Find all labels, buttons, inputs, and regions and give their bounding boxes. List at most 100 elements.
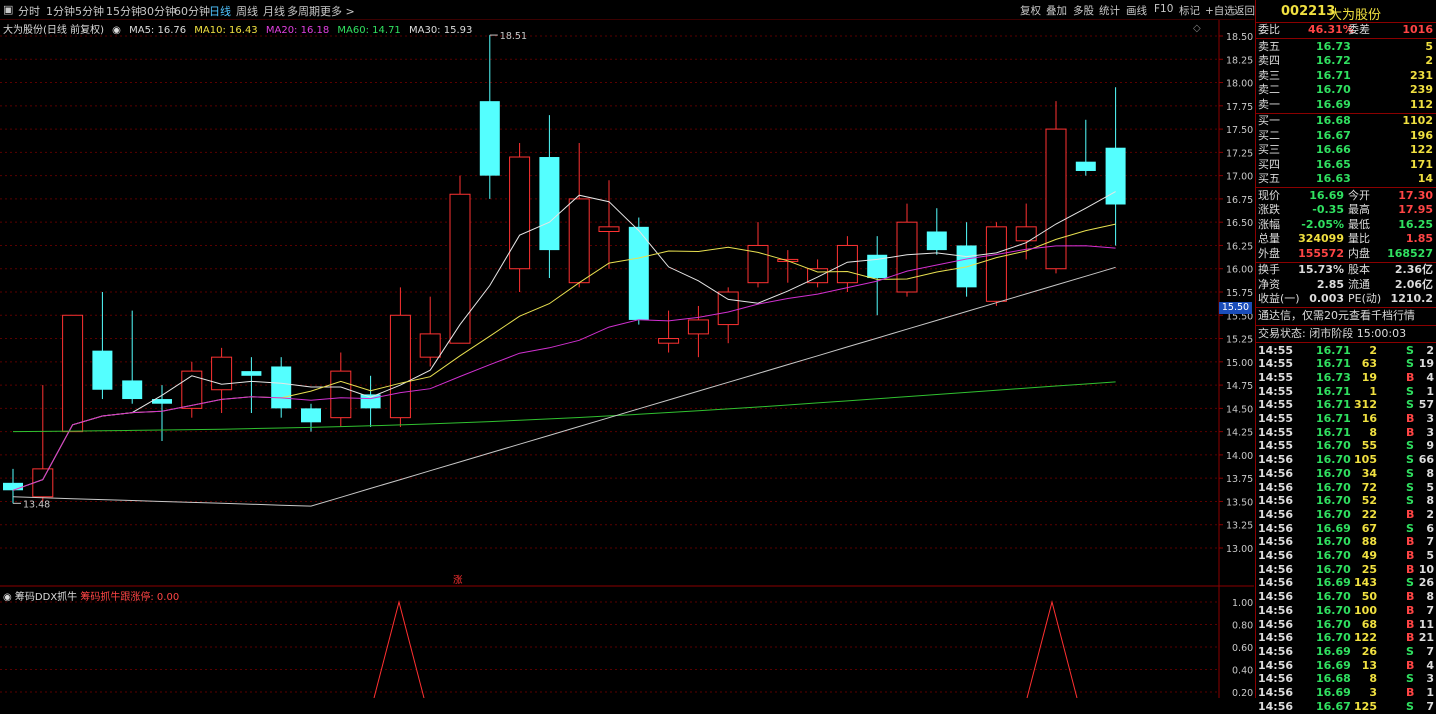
tab-4[interactable]: 30分钟 [140, 3, 176, 19]
cell: 155572 [1298, 246, 1344, 260]
tab-2[interactable]: 5分钟 [75, 3, 104, 19]
price-tick-label: 17.00 [1226, 172, 1253, 183]
toolbar-button-8[interactable]: 返回 [1234, 3, 1255, 18]
price-tick-label: 17.25 [1226, 148, 1253, 159]
indicator-spike [373, 600, 425, 698]
tab-10[interactable]: 更多 > [320, 3, 355, 19]
cell: 112 [1410, 97, 1433, 111]
cell: S [1406, 576, 1414, 590]
cell: 2.85 [1316, 277, 1344, 291]
cell: S [1406, 494, 1414, 508]
cell: 涨幅 [1258, 217, 1280, 231]
cell: 14:55 [1258, 425, 1294, 439]
cell: 1016 [1402, 23, 1433, 36]
cell: B [1406, 590, 1415, 604]
toolbar-button-5[interactable]: F10 [1154, 3, 1173, 15]
bid-row: 买四 16.65 171 [1256, 158, 1436, 173]
tab-9[interactable]: 多周期 [287, 3, 320, 19]
trade-row: 14:56 16.70 49 B 5 [1256, 549, 1436, 564]
cell: 0.003 [1309, 292, 1344, 305]
cell: 卖三 [1258, 68, 1280, 82]
price-tick-label: 14.25 [1226, 428, 1253, 439]
cell: S [1406, 644, 1414, 658]
candle-body [509, 156, 531, 270]
price-tick-label: 14.50 [1226, 404, 1253, 415]
price-tick-label: 18.50 [1226, 32, 1253, 43]
cell: 100 [1354, 603, 1377, 617]
cell: 16.73 [1316, 370, 1351, 384]
cell: 26 [1361, 644, 1377, 658]
cell: S [1406, 453, 1414, 467]
status-row: 交易状态: 闭市阶段 15:00:03 [1256, 327, 1436, 342]
cell: 52 [1361, 494, 1377, 508]
cell: 14:56 [1258, 466, 1294, 480]
trade-row: 14:55 16.71 312 S 57 [1256, 398, 1436, 413]
candle-body [32, 468, 54, 498]
cell: B [1406, 658, 1415, 672]
cell: 8 [1426, 590, 1434, 604]
cell: 16.70 [1316, 562, 1351, 576]
tab-3[interactable]: 15分钟 [106, 3, 142, 19]
settings-icon[interactable]: ◉ [112, 25, 121, 36]
candle-body [62, 314, 84, 433]
toolbar-button-7[interactable]: +自选 [1205, 3, 1235, 18]
toolbar-button-6[interactable]: 标记 [1179, 3, 1200, 18]
cell: 16.70 [1316, 494, 1351, 508]
tab-0[interactable]: 分时 [18, 3, 40, 19]
cell: 买四 [1258, 157, 1280, 171]
cell: S [1406, 521, 1414, 535]
quote-panel: 002213 大为股份 委比 46.31% 委差 1016 卖五 16.73 5 卖四 16.7… [1255, 0, 1436, 713]
cell: 2 [1425, 54, 1433, 67]
candle-body [122, 380, 143, 400]
menu-icon[interactable]: ▣ [3, 3, 13, 16]
cell: 7 [1426, 535, 1434, 549]
tab-1[interactable]: 1分钟 [46, 3, 75, 19]
stat-row: 收益(一) 0.003 PE(动) 1210.2 [1256, 292, 1436, 307]
price-tick-label: 15.75 [1226, 288, 1253, 299]
candle-body [539, 157, 560, 251]
trade-row: 14:56 16.70 68 B 11 [1256, 618, 1436, 633]
cell: 14:56 [1258, 672, 1294, 686]
cell: 14:55 [1258, 357, 1294, 371]
ask-row: 卖五 16.73 5 [1256, 40, 1436, 55]
tab-7[interactable]: 周线 [236, 3, 258, 19]
cell: 143 [1354, 576, 1377, 590]
cell: 16.67 [1316, 128, 1351, 142]
cell: 16.71 [1316, 343, 1351, 357]
cell: 50 [1361, 590, 1377, 604]
cell: 14:56 [1258, 699, 1294, 713]
candle-body [836, 244, 858, 284]
stat-row: 换手 15.73% 股本 2.36亿 [1256, 263, 1436, 278]
toolbar-button-2[interactable]: 多股 [1073, 3, 1094, 18]
cell: 16.68 [1316, 672, 1351, 686]
kline-chart[interactable]: 18.50 18.25 18.00 17.75 17.50 17.25 17.00 16.75… [0, 20, 1254, 698]
tab-8[interactable]: 月线 [263, 3, 285, 19]
tab-5[interactable]: 60分钟 [174, 3, 210, 19]
tab-6[interactable]: 日线 [209, 3, 231, 19]
cell: 委比 [1258, 23, 1280, 36]
trade-row: 14:55 16.73 19 B 4 [1256, 371, 1436, 386]
bid-row: 买二 16.67 196 [1256, 129, 1436, 144]
cell: 55 [1361, 439, 1377, 453]
cell: 16.69 [1309, 188, 1344, 202]
cell: 1 [1369, 384, 1377, 398]
indicator-name[interactable]: 筹码DDX抓牛 [15, 592, 77, 603]
price-tick-label: 17.75 [1226, 102, 1253, 113]
current-price-tag: 15.50 [1219, 302, 1252, 314]
indicator-icon[interactable]: ◉ [3, 592, 12, 603]
toolbar-button-4[interactable]: 画线 [1126, 3, 1147, 18]
price-tick-label: 13.50 [1226, 497, 1253, 508]
toolbar-button-0[interactable]: 复权 [1020, 3, 1041, 18]
toolbar-button-3[interactable]: 统计 [1099, 3, 1120, 18]
price-tick-label: 16.00 [1226, 265, 1253, 276]
trade-row: 14:56 16.69 26 S 7 [1256, 645, 1436, 660]
toolbar-button-1[interactable]: 叠加 [1046, 3, 1067, 18]
cell: 324099 [1298, 232, 1344, 245]
candle-body [389, 314, 411, 419]
candle-body [1075, 161, 1096, 171]
cell: 买二 [1258, 128, 1280, 142]
candle-body [687, 319, 709, 335]
expand-icon[interactable]: ◇ [1193, 23, 1201, 34]
cell: 2 [1426, 343, 1434, 357]
cell: 总量 [1258, 232, 1280, 245]
